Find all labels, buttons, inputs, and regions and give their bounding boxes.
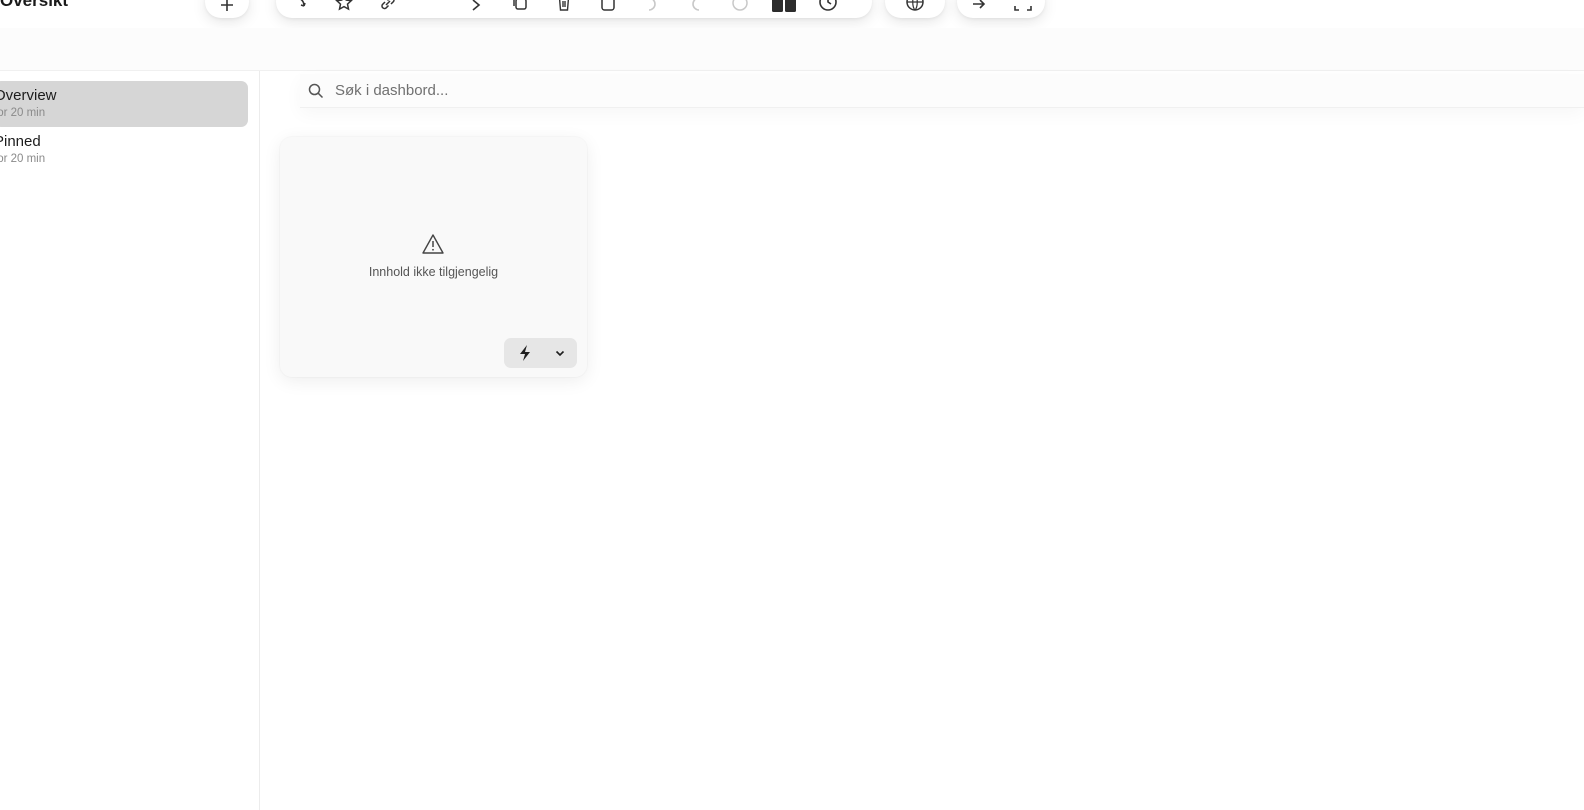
frame-button[interactable] [586, 0, 630, 18]
delete-button[interactable] [542, 0, 586, 18]
copy-icon [513, 0, 527, 10]
sidebar-item-overview[interactable]: Overview for 20 min [0, 81, 248, 127]
dashboard-search [300, 74, 1584, 108]
add-pill [205, 0, 249, 18]
globe-pill [885, 0, 945, 18]
globe-icon [906, 0, 924, 11]
curve-arrow-icon [300, 0, 306, 7]
send-icon [973, 0, 986, 9]
fullscreen-button[interactable] [1001, 0, 1045, 18]
sub-header [0, 28, 1584, 71]
undo-icon [648, 0, 656, 11]
sidebar-item-pinned[interactable]: Pinned for 20 min [0, 127, 248, 173]
widget-menu-button[interactable] [546, 338, 574, 368]
sidebar-item-name: Pinned [0, 133, 41, 150]
trash-icon [558, 0, 570, 11]
sidebar-item-meta: for 20 min [0, 153, 46, 165]
search-input[interactable] [333, 81, 933, 100]
redo-icon [692, 0, 700, 11]
star-icon [335, 0, 353, 11]
widget-action-group [504, 338, 577, 368]
top-toolbar: Oversikt [0, 0, 1584, 28]
chevron-down-icon [555, 350, 565, 357]
link-button[interactable] [366, 0, 410, 18]
warning-triangle-icon [422, 234, 444, 254]
dashboard-widget[interactable]: Innhold ikke tilgjengelig [280, 137, 587, 377]
send-button[interactable] [957, 0, 1001, 18]
timer-button[interactable] [806, 0, 850, 18]
widget-message: Innhold ikke tilgjengelig [368, 265, 499, 279]
plus-icon [221, 0, 233, 11]
publish-button[interactable] [893, 0, 937, 18]
sidebar-item-meta: for 20 min [0, 107, 46, 119]
history-button[interactable] [718, 0, 762, 18]
forward-button[interactable] [454, 0, 498, 18]
duplicate-button[interactable] [498, 0, 542, 18]
sidebar-item-name: Overview [0, 87, 57, 104]
undo-button[interactable] [630, 0, 674, 18]
lightning-icon [520, 345, 530, 361]
square-icon [601, 0, 615, 11]
sidebar: Overview for 20 min Pinned for 20 min [0, 71, 260, 810]
layout-button[interactable] [762, 0, 806, 18]
view-pill [957, 0, 1045, 18]
widget-action-button[interactable] [504, 338, 546, 368]
clock-icon [819, 0, 837, 11]
favorite-button[interactable] [322, 0, 366, 18]
main-toolbar [276, 0, 872, 18]
share-button[interactable] [278, 0, 322, 18]
app-title: Oversikt [0, 0, 69, 10]
chevron-right-icon [472, 0, 481, 11]
fullscreen-icon [1014, 0, 1032, 11]
search-icon [308, 83, 324, 98]
history-icon [732, 0, 748, 11]
link-icon [381, 0, 395, 10]
add-button[interactable] [205, 0, 249, 18]
layout-grid-icon [772, 0, 796, 12]
redo-button[interactable] [674, 0, 718, 18]
